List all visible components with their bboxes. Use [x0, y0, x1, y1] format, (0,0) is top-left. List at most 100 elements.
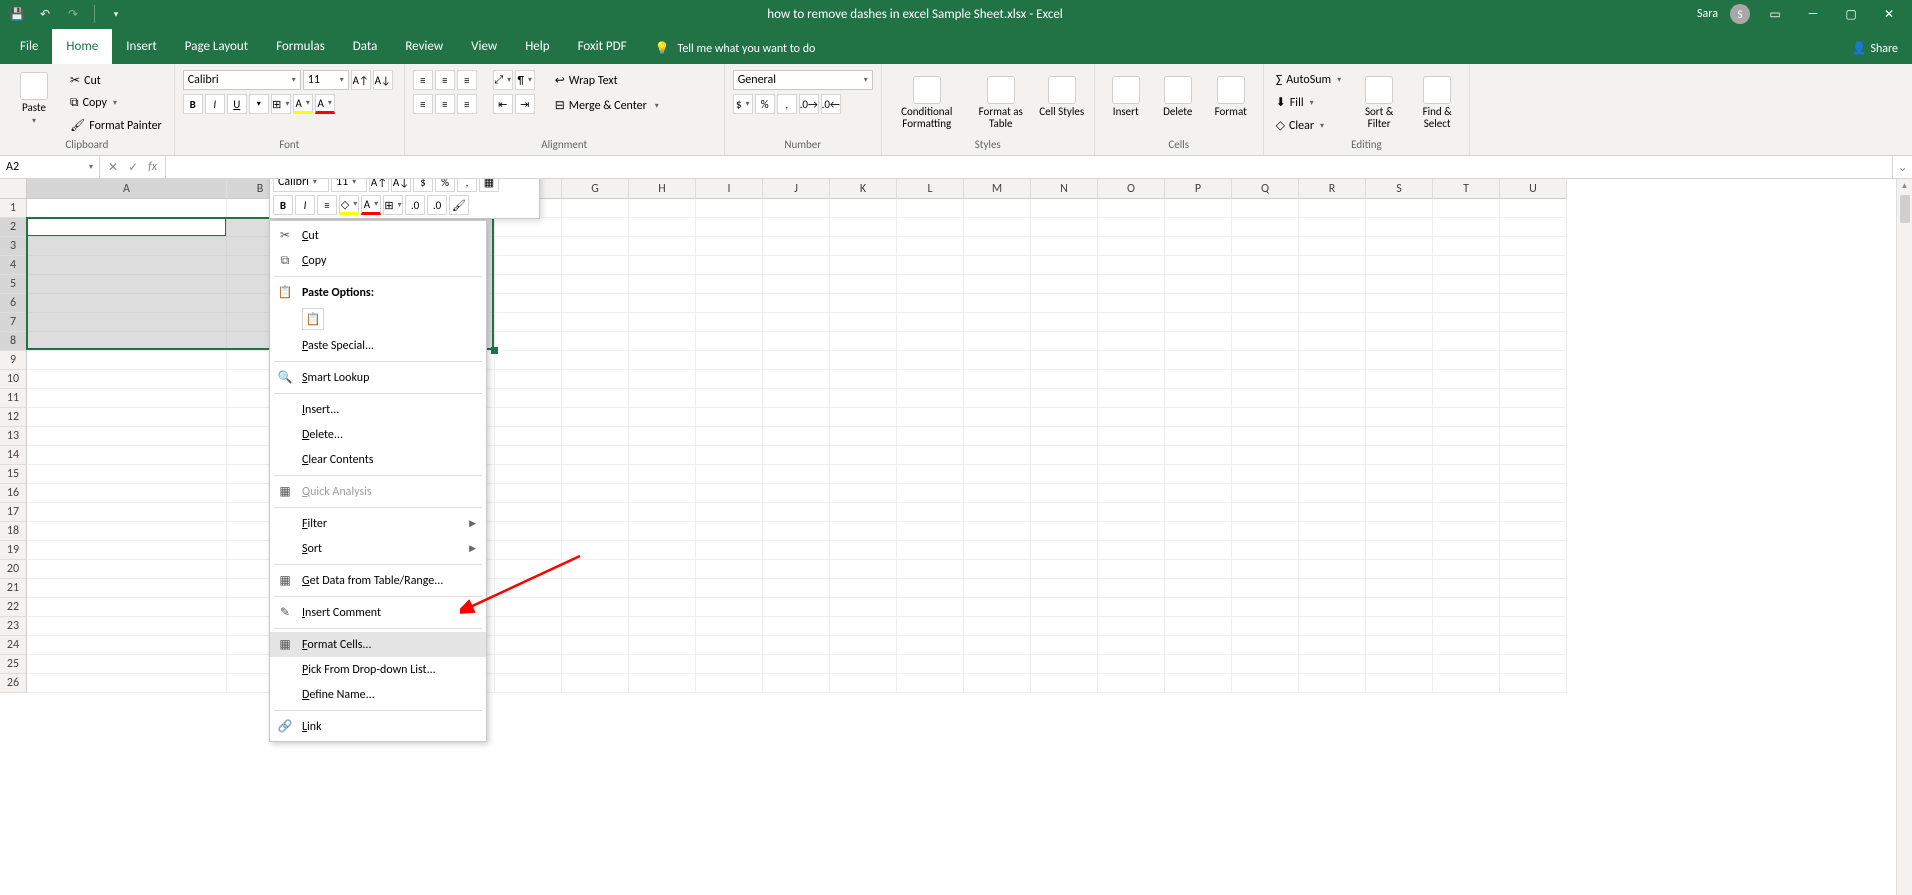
cell[interactable]: [696, 579, 763, 598]
cell[interactable]: [696, 522, 763, 541]
cell[interactable]: [830, 351, 897, 370]
cell[interactable]: [696, 408, 763, 427]
cell[interactable]: [1299, 427, 1366, 446]
borders-button[interactable]: ⊞: [383, 195, 403, 215]
context-paste-special[interactable]: Paste Special...: [270, 333, 486, 358]
cell[interactable]: [763, 218, 830, 237]
cell[interactable]: [1098, 370, 1165, 389]
cell[interactable]: [1232, 427, 1299, 446]
row-header[interactable]: 19: [0, 541, 27, 560]
cell[interactable]: [830, 408, 897, 427]
cell[interactable]: [1500, 199, 1567, 218]
cell[interactable]: [1098, 446, 1165, 465]
bold-button[interactable]: B: [183, 94, 203, 114]
currency-icon[interactable]: $: [413, 179, 433, 192]
cell[interactable]: [1098, 199, 1165, 218]
cell[interactable]: [1433, 465, 1500, 484]
cell[interactable]: [1366, 636, 1433, 655]
cell[interactable]: [1098, 427, 1165, 446]
tab-data[interactable]: Data: [339, 29, 392, 64]
cell[interactable]: [964, 370, 1031, 389]
cell[interactable]: [27, 389, 227, 408]
cell[interactable]: [1232, 598, 1299, 617]
cell[interactable]: [1366, 465, 1433, 484]
context-insert[interactable]: Insert...: [270, 397, 486, 422]
font-size-input[interactable]: 11: [303, 70, 349, 90]
cell[interactable]: [964, 408, 1031, 427]
cell[interactable]: [1366, 655, 1433, 674]
cell[interactable]: [1165, 370, 1232, 389]
tab-insert[interactable]: Insert: [112, 29, 171, 64]
cell[interactable]: [1500, 218, 1567, 237]
cell[interactable]: [1031, 503, 1098, 522]
cell[interactable]: [696, 465, 763, 484]
cell[interactable]: [1165, 503, 1232, 522]
cell[interactable]: [696, 427, 763, 446]
cell[interactable]: [1366, 598, 1433, 617]
cell[interactable]: [562, 598, 629, 617]
cell[interactable]: [629, 617, 696, 636]
cell[interactable]: [495, 294, 562, 313]
cell[interactable]: [1031, 294, 1098, 313]
cell[interactable]: [696, 560, 763, 579]
cell[interactable]: [562, 674, 629, 693]
cell[interactable]: [1433, 503, 1500, 522]
cell[interactable]: [1299, 503, 1366, 522]
column-header[interactable]: A: [27, 179, 227, 199]
tab-view[interactable]: View: [457, 29, 511, 64]
close-icon[interactable]: ✕: [1876, 7, 1902, 22]
cell[interactable]: [1500, 427, 1567, 446]
cell[interactable]: [1031, 541, 1098, 560]
cell[interactable]: [1433, 522, 1500, 541]
cell[interactable]: [1366, 484, 1433, 503]
cell[interactable]: [562, 313, 629, 332]
cell[interactable]: [964, 522, 1031, 541]
cell[interactable]: [629, 199, 696, 218]
user-avatar[interactable]: S: [1730, 4, 1750, 24]
cell[interactable]: [562, 256, 629, 275]
cell[interactable]: [897, 294, 964, 313]
clear-button[interactable]: ◇Clear▾: [1272, 115, 1345, 136]
cell[interactable]: [763, 294, 830, 313]
fill-handle[interactable]: [491, 347, 498, 354]
cell[interactable]: [1232, 294, 1299, 313]
cell[interactable]: [763, 560, 830, 579]
align-left-icon[interactable]: ≡: [413, 94, 433, 114]
row-header[interactable]: 25: [0, 655, 27, 674]
cell[interactable]: [1299, 655, 1366, 674]
cell[interactable]: [1299, 408, 1366, 427]
cell[interactable]: [1165, 522, 1232, 541]
conditional-formatting-button[interactable]: Conditional Formatting: [890, 70, 964, 130]
cell[interactable]: [1165, 218, 1232, 237]
cell[interactable]: [763, 332, 830, 351]
cell[interactable]: [1500, 484, 1567, 503]
increase-font-icon[interactable]: A↑: [351, 70, 371, 90]
cell[interactable]: [964, 465, 1031, 484]
cell-styles-button[interactable]: Cell Styles: [1038, 70, 1086, 118]
cell[interactable]: [27, 655, 227, 674]
column-header[interactable]: J: [763, 179, 830, 199]
cell[interactable]: [1500, 465, 1567, 484]
cell[interactable]: [1165, 465, 1232, 484]
ribbon-display-icon[interactable]: ▭: [1762, 7, 1788, 22]
cell[interactable]: [1433, 351, 1500, 370]
row-header[interactable]: 2: [0, 218, 27, 237]
cell[interactable]: [629, 275, 696, 294]
cell[interactable]: [1433, 636, 1500, 655]
row-header[interactable]: 18: [0, 522, 27, 541]
cell[interactable]: [1366, 294, 1433, 313]
decrease-font-icon[interactable]: A↓: [391, 179, 411, 192]
cell[interactable]: [1500, 275, 1567, 294]
cell[interactable]: [629, 598, 696, 617]
cell[interactable]: [562, 446, 629, 465]
align-bottom-icon[interactable]: ≡: [457, 70, 477, 90]
cell[interactable]: [1299, 370, 1366, 389]
cell[interactable]: [964, 674, 1031, 693]
cell[interactable]: [1433, 218, 1500, 237]
cell[interactable]: [629, 503, 696, 522]
cell[interactable]: [629, 465, 696, 484]
cell[interactable]: [562, 541, 629, 560]
redo-icon[interactable]: ↷: [64, 5, 82, 23]
cell[interactable]: [1165, 560, 1232, 579]
select-all-button[interactable]: [0, 179, 27, 199]
